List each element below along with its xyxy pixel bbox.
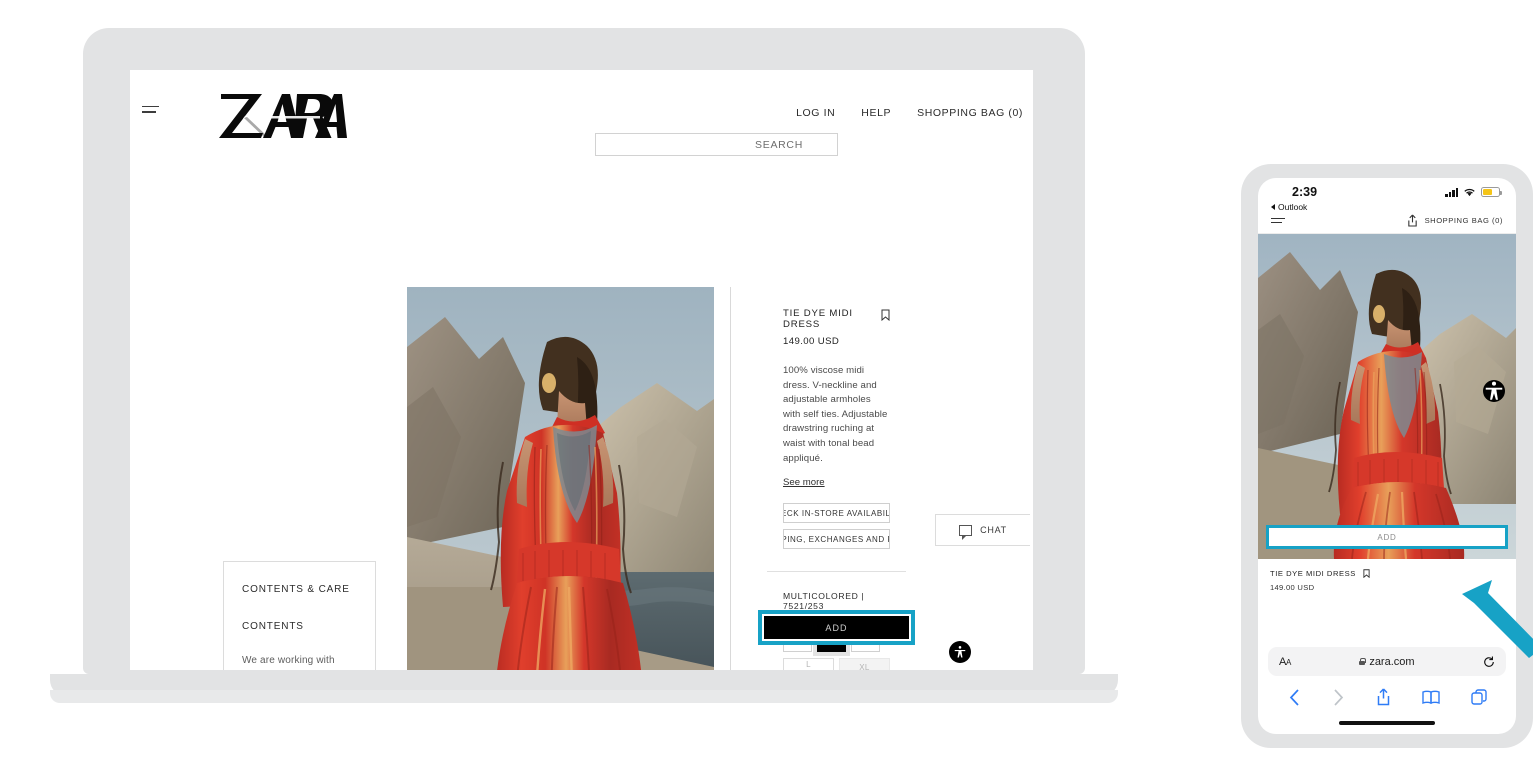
phone-add-to-cart-button[interactable]: ADD (1269, 528, 1505, 546)
size-option-l-label: L (806, 659, 811, 669)
product-summary-block: TIE DYE MIDI DRESS 149.00 USD 100% visco… (767, 287, 906, 573)
nav-link-shopping-bag[interactable]: SHOPPING BAG (0) (917, 107, 1023, 119)
tabs-icon[interactable] (1470, 689, 1487, 705)
care-card-body: We are working with monitoring programs … (242, 655, 335, 666)
add-button-highlight: ADD (758, 610, 915, 645)
care-card-subtitle: CONTENTS (242, 621, 304, 632)
laptop-device: LOG IN HELP SHOPPING BAG (0) SEARCH CONT… (50, 28, 1118, 703)
share-icon[interactable] (1407, 214, 1418, 227)
size-option-l-coming-soon[interactable]: L COMING SOON (783, 658, 834, 670)
product-description: 100% viscose midi dress. V-neckline and … (783, 365, 888, 464)
care-card-title: CONTENTS & CARE (242, 584, 350, 595)
phone-product-photo[interactable]: ADD (1258, 234, 1516, 559)
back-triangle-icon (1271, 204, 1275, 210)
content-divider (730, 287, 731, 670)
lock-icon (1359, 657, 1367, 666)
phone-product-name: TIE DYE MIDI DRESS (1270, 569, 1356, 578)
annotation-arrow-phone (1462, 580, 1533, 658)
hamburger-icon[interactable] (142, 106, 159, 116)
product-price: 149.00 USD (783, 336, 840, 347)
wifi-icon (1463, 187, 1476, 197)
back-icon[interactable] (1288, 688, 1301, 706)
top-navigation: LOG IN HELP SHOPPING BAG (0) (796, 107, 1023, 119)
hamburger-icon[interactable] (1271, 217, 1285, 224)
phone-status-bar: 2:39 Outlook (1258, 178, 1516, 212)
zara-logo[interactable] (217, 83, 347, 145)
home-indicator (1339, 721, 1435, 725)
forward-icon (1332, 688, 1345, 706)
cellular-icon (1445, 187, 1458, 197)
screenshot-root: LOG IN HELP SHOPPING BAG (0) SEARCH CONT… (0, 0, 1533, 771)
laptop-foot (50, 690, 1118, 703)
accessibility-icon[interactable] (949, 641, 971, 663)
bookmark-icon[interactable] (881, 309, 890, 321)
phone-shopping-bag-link[interactable]: SHOPPING BAG (0) (1425, 216, 1503, 225)
phone-add-button-highlight: ADD (1266, 525, 1508, 549)
battery-low-icon (1481, 187, 1502, 197)
nav-link-help[interactable]: HELP (861, 107, 891, 119)
chat-bubble-icon (959, 524, 973, 540)
back-to-app-link[interactable]: Outlook (1271, 202, 1307, 212)
chat-label: CHAT (980, 525, 1007, 535)
phone-device: 2:39 Outlook SHOPPING BAG (0) ADD TIE DY… (1241, 164, 1533, 748)
size-option-xl-view-similar[interactable]: XL VIEW SIMILAR (839, 658, 890, 670)
share-icon[interactable] (1376, 688, 1391, 706)
product-see-more-link[interactable]: See more (783, 477, 825, 488)
chat-button[interactable]: CHAT (935, 514, 1030, 546)
add-to-cart-button[interactable]: ADD (764, 616, 909, 639)
shipping-exchanges-returns-button[interactable]: SHIPPING, EXCHANGES AND RET... (783, 529, 890, 550)
text-size-button[interactable]: AA (1279, 656, 1291, 668)
site-header: LOG IN HELP SHOPPING BAG (0) SEARCH (130, 70, 1033, 182)
search-input[interactable]: SEARCH (595, 133, 838, 156)
status-icons (1445, 187, 1502, 197)
product-color-reference: MULTICOLORED | 7521/253 (783, 591, 865, 612)
size-option-xl-label: XL (859, 663, 870, 670)
url-text: zara.com (1369, 655, 1415, 668)
size-row-secondary: L COMING SOON XL VIEW SIMILAR (783, 658, 890, 670)
laptop-screen: LOG IN HELP SHOPPING BAG (0) SEARCH CONT… (130, 70, 1033, 670)
bookmark-icon[interactable] (1363, 569, 1370, 578)
status-time: 2:39 (1292, 185, 1318, 199)
accessibility-icon[interactable] (1483, 380, 1505, 402)
nav-link-login[interactable]: LOG IN (796, 107, 835, 119)
check-in-store-availability-button[interactable]: CHECK IN-STORE AVAILABILITY (783, 503, 890, 524)
contents-care-card: CONTENTS & CARE CONTENTS We are working … (223, 561, 376, 670)
product-photo[interactable] (407, 287, 714, 670)
back-app-label: Outlook (1278, 202, 1308, 212)
product-name: TIE DYE MIDI DRESS (783, 308, 853, 330)
bookmarks-icon[interactable] (1421, 690, 1440, 705)
browser-toolbar (1258, 682, 1516, 712)
